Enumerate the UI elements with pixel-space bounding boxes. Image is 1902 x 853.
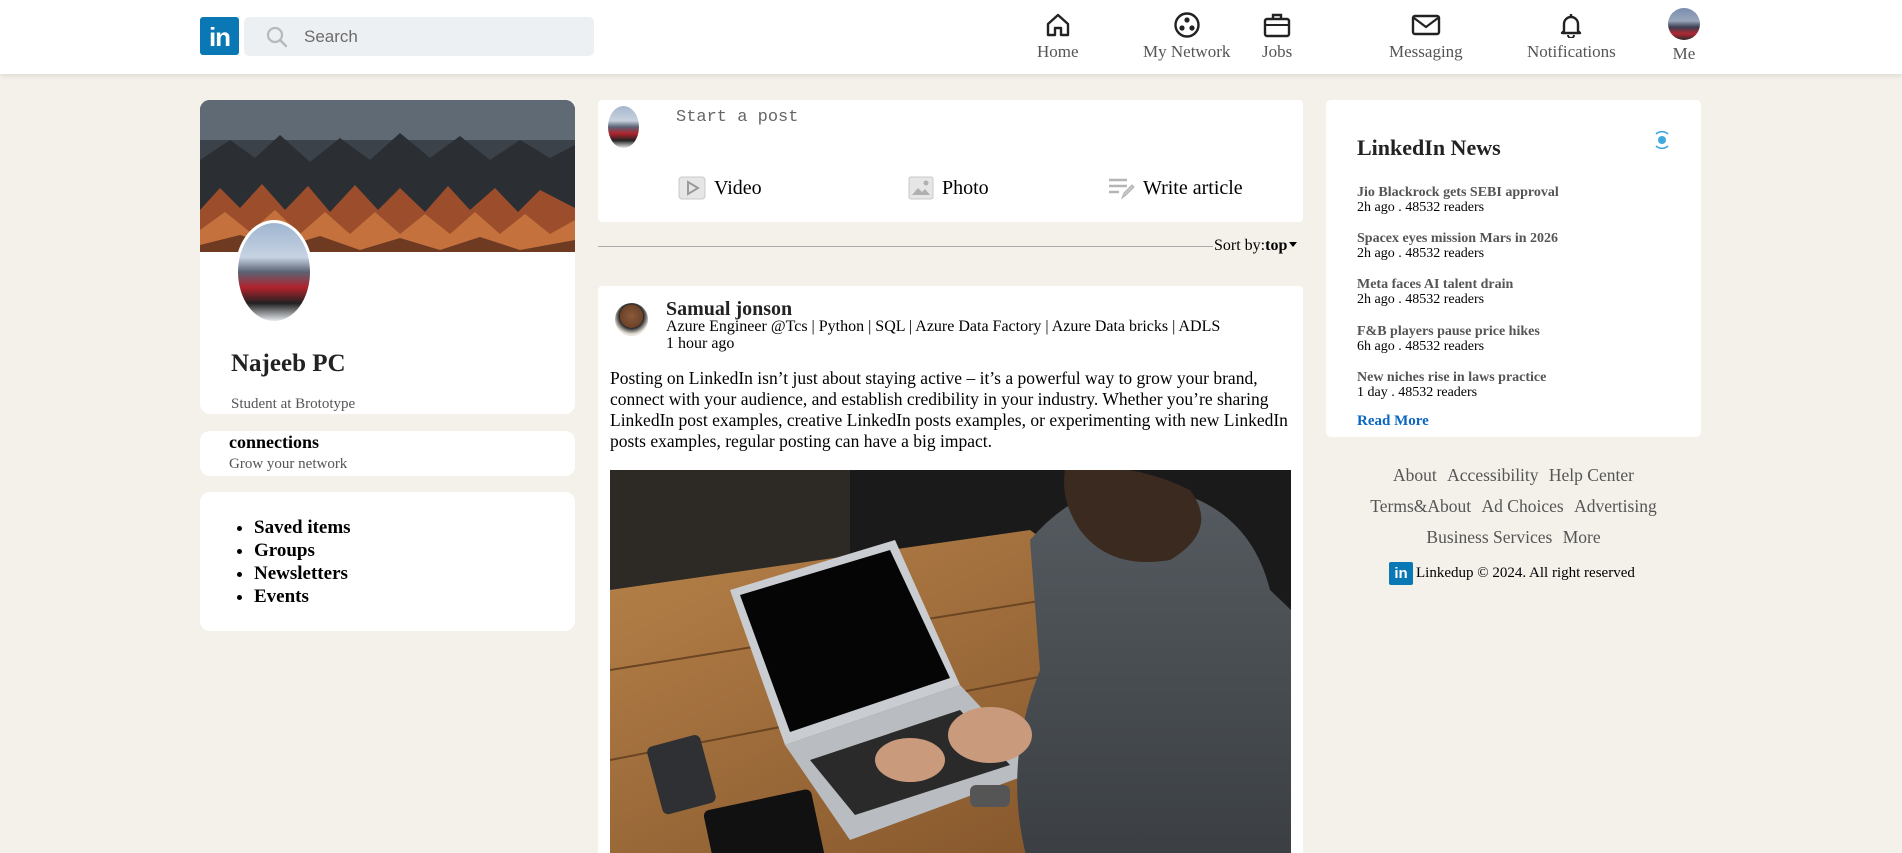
connections-title: connections [229,432,319,452]
footer-link-business-services[interactable]: Business Services [1426,527,1552,547]
post-timestamp: 1 hour ago [666,335,735,352]
shortcuts-card: Saved items Groups Newsletters Events [200,492,575,631]
post-image[interactable] [610,470,1291,853]
nav-jobs-label: Jobs [1262,42,1293,61]
author-headline: Azure Engineer @Tcs | Python | SQL | Azu… [666,318,1221,335]
post-text: Posting on LinkedIn isn’t just about sta… [610,368,1288,451]
caret-down-icon [1289,242,1298,247]
news-headline: Jio Blackrock gets SEBI approval [1357,185,1559,200]
news-meta: 1 day . 48532 readers [1357,385,1478,400]
nav-messaging-label: Messaging [1389,42,1463,61]
nav-my-network-label: My Network [1143,42,1231,61]
search-input[interactable] [304,17,584,56]
footer-links: About Accessibility Help Center Terms&Ab… [1326,460,1701,553]
news-meta: 2h ago . 48532 readers [1357,292,1485,307]
start-post-input[interactable]: Start a post [676,108,798,127]
copyright: in Linkedup © 2024. All right reserved [1389,562,1635,585]
shortcut-saved-items[interactable]: Saved items [254,516,351,539]
photo-icon [908,176,934,200]
footer-link-help-center[interactable]: Help Center [1549,465,1634,485]
footer-link-advertising[interactable]: Advertising [1574,496,1657,516]
nav-home-label: Home [1037,42,1079,61]
copyright-text: Linkedup © 2024. All right reserved [1416,565,1635,581]
nav-notifications-label: Notifications [1527,42,1616,61]
news-item[interactable]: New niches rise in laws practice 1 day .… [1357,369,1546,400]
sort-value: top [1265,237,1288,254]
news-item[interactable]: Jio Blackrock gets SEBI approval 2h ago … [1357,184,1559,215]
shortcut-events[interactable]: Events [254,585,351,608]
profile-name[interactable]: Najeeb PC [231,350,346,378]
sort-label: Sort by: [1214,237,1266,254]
feed-post: Samual jonson Azure Engineer @Tcs | Pyth… [598,286,1303,853]
satellite-icon [1655,130,1669,150]
news-card: LinkedIn News Jio Blackrock gets SEBI ap… [1326,100,1701,437]
footer-link-about[interactable]: About [1393,465,1437,485]
news-item[interactable]: Spacex eyes mission Mars in 2026 2h ago … [1357,230,1558,261]
linkedin-logo[interactable]: in [200,17,239,55]
post-composer: Start a post Video Photo Write article [598,100,1303,222]
linkedin-small-logo: in [1389,562,1413,585]
news-headline: Meta faces AI talent drain [1357,277,1514,292]
connections-subtitle: Grow your network [229,456,348,472]
composer-avatar [608,106,639,148]
sort-dropdown[interactable]: Sort by:top [1214,237,1298,255]
photo-button[interactable]: Photo [908,176,989,200]
news-title: LinkedIn News [1357,135,1501,160]
nav-me-label: Me [1672,44,1696,63]
feed-divider [598,246,1213,247]
news-headline: Spacex eyes mission Mars in 2026 [1357,231,1559,246]
nav-jobs[interactable]: Jobs [1262,12,1292,62]
profile-avatar[interactable] [235,220,313,324]
nav-notifications[interactable]: Notifications [1527,12,1616,62]
nav-my-network[interactable]: My Network [1143,12,1230,62]
briefcase-icon [1263,13,1291,38]
connections-card[interactable]: connections Grow your network [200,431,575,476]
article-icon [1109,178,1135,200]
footer-link-ad-choices[interactable]: Ad Choices [1482,496,1564,516]
footer-link-terms[interactable]: Terms&About [1370,496,1471,516]
photo-label: Photo [942,176,989,199]
shortcut-newsletters[interactable]: Newsletters [254,562,351,585]
read-more-link[interactable]: Read More [1357,413,1429,430]
me-avatar[interactable] [1668,8,1700,40]
news-headline: New niches rise in laws practice [1357,370,1547,385]
news-headline: F&B players pause price hikes [1357,324,1540,339]
search-icon [266,26,288,48]
news-item[interactable]: Meta faces AI talent drain 2h ago . 4853… [1357,276,1513,307]
bell-icon [1561,14,1582,38]
search-bar[interactable] [244,17,594,56]
nav-home[interactable]: Home [1037,12,1079,62]
news-meta: 2h ago . 48532 readers [1357,246,1485,261]
video-button[interactable]: Video [678,176,762,200]
top-navbar: in Home My Network Jobs [0,0,1902,74]
profile-card: Najeeb PC Student at Brototype [200,100,575,414]
news-meta: 2h ago . 48532 readers [1357,200,1485,215]
news-item[interactable]: F&B players pause price hikes 6h ago . 4… [1357,323,1540,354]
envelope-icon [1411,14,1441,36]
shortcut-groups[interactable]: Groups [254,539,351,562]
write-article-button[interactable]: Write article [1107,176,1243,200]
write-article-label: Write article [1143,176,1243,199]
footer-link-more[interactable]: More [1563,527,1601,547]
footer-link-accessibility[interactable]: Accessibility [1447,465,1538,485]
nav-me[interactable]: Me [1668,8,1700,64]
network-icon [1173,12,1200,38]
video-icon [678,176,706,200]
author-avatar[interactable] [615,303,648,336]
home-icon [1046,13,1069,37]
news-meta: 6h ago . 48532 readers [1357,339,1485,354]
nav-messaging[interactable]: Messaging [1389,12,1463,62]
profile-headline: Student at Brototype [231,396,356,412]
video-label: Video [714,176,762,199]
